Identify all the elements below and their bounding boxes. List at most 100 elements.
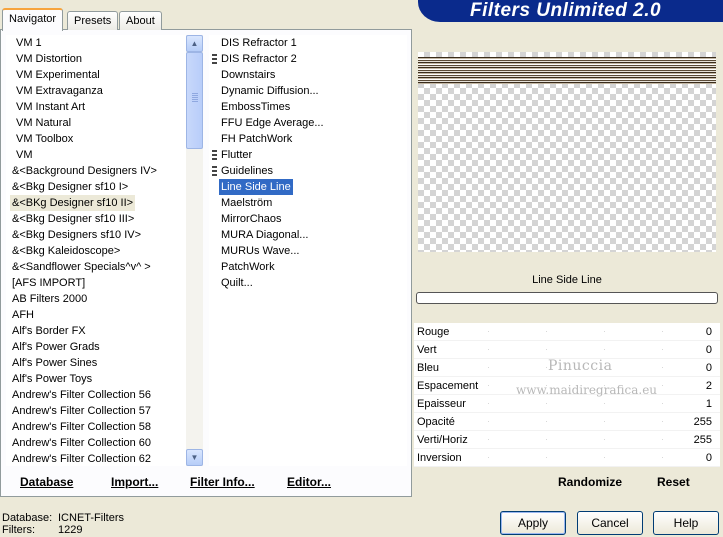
filter-item[interactable]: FFU Edge Average...	[219, 115, 326, 131]
category-item[interactable]: &<Bkg Designers sf10 IV>	[10, 227, 143, 243]
param-row[interactable]: Inversion 0	[414, 449, 720, 467]
category-item[interactable]: VM Toolbox	[14, 131, 75, 147]
filter-info-button[interactable]: Filter Info...	[190, 475, 255, 489]
category-item[interactable]: &<Bkg Designer sf10 I>	[10, 179, 130, 195]
scroll-up-icon[interactable]: ▲	[186, 35, 203, 52]
category-item[interactable]: [AFS IMPORT]	[10, 275, 87, 291]
filter-item[interactable]: Quilt...	[219, 275, 255, 291]
scroll-down-icon[interactable]: ▼	[186, 449, 203, 466]
category-item[interactable]: VM	[14, 147, 35, 163]
filter-item[interactable]: MirrorChaos	[219, 211, 284, 227]
param-label: Vert	[417, 344, 437, 356]
status-filters: Filters: 1229	[2, 524, 82, 536]
status-database: Database: ICNET-Filters	[2, 512, 124, 524]
editor-button[interactable]: Editor...	[287, 475, 331, 489]
category-item[interactable]: VM Distortion	[14, 51, 84, 67]
param-slider[interactable]	[488, 349, 708, 350]
category-item[interactable]: Andrew's Filter Collection 58	[10, 419, 153, 435]
category-item[interactable]: Alf's Power Sines	[10, 355, 99, 371]
category-item[interactable]: VM Natural	[14, 115, 73, 131]
title-banner: Filters Unlimited 2.0	[418, 0, 723, 22]
filter-item[interactable]: MURA Diagonal...	[219, 227, 310, 243]
category-item[interactable]: &<Background Designers IV>	[10, 163, 159, 179]
filter-item[interactable]: Dynamic Diffusion...	[219, 83, 321, 99]
reset-button[interactable]: Reset	[657, 475, 690, 489]
param-value: 0	[705, 452, 712, 464]
param-row[interactable]: Opacité 255	[414, 413, 720, 431]
param-row[interactable]: Verti/Horiz 255	[414, 431, 720, 449]
category-item[interactable]: VM Instant Art	[14, 99, 87, 115]
status-database-label: Database:	[2, 512, 53, 524]
import-button[interactable]: Import...	[111, 475, 158, 489]
import-label: Import...	[111, 475, 159, 489]
category-item[interactable]: AB Filters 2000	[10, 291, 89, 307]
cancel-button[interactable]: Cancel	[577, 511, 643, 535]
banner-title: Filters Unlimited 2.0	[470, 0, 662, 21]
category-item[interactable]: Andrew's Filter Collection 62	[10, 451, 153, 466]
category-item[interactable]: &<Sandflower Specials^v^ >	[10, 259, 153, 275]
param-value: 255	[693, 416, 712, 428]
category-item[interactable]: &<BKg Designer sf10 II>	[10, 195, 136, 211]
tab-about[interactable]: About	[119, 11, 162, 30]
filter-item[interactable]: DIS Refractor 2	[219, 51, 299, 67]
param-slider[interactable]	[488, 421, 708, 422]
param-label: Inversion	[417, 452, 462, 464]
scroll-thumb[interactable]	[186, 52, 203, 149]
status-filters-value: 1229	[58, 524, 83, 536]
apply-button[interactable]: Apply	[500, 511, 566, 535]
category-scrollbar[interactable]: ▲ ▼	[186, 35, 203, 466]
category-item[interactable]: &<Bkg Kaleidoscope>	[10, 243, 122, 259]
param-label: Rouge	[417, 326, 450, 338]
param-value: 2	[705, 380, 712, 392]
filter-item[interactable]: FH PatchWork	[219, 131, 294, 147]
status-database-value: ICNET-Filters	[58, 512, 124, 524]
category-item[interactable]: VM Experimental	[14, 67, 102, 83]
filter-info-label: Filter Info...	[190, 475, 255, 489]
filter-item[interactable]: Line Side Line	[219, 179, 293, 195]
param-label: Espacement	[417, 380, 479, 392]
filter-item[interactable]: Flutter	[219, 147, 254, 163]
watermark-name: Pinuccia	[548, 358, 613, 374]
filter-list[interactable]: DIS Refractor 1 DIS Refractor 2 Downstairs…	[209, 35, 407, 466]
category-item[interactable]: Alf's Border FX	[10, 323, 88, 339]
category-item[interactable]: VM Extravaganza	[14, 83, 105, 99]
category-item[interactable]: &<Bkg Designer sf10 III>	[10, 211, 136, 227]
category-item[interactable]: Alf's Power Grads	[10, 339, 102, 355]
param-row[interactable]: Rouge 0	[414, 323, 720, 341]
param-slider[interactable]	[488, 331, 708, 332]
param-value: 1	[705, 398, 712, 410]
randomize-button[interactable]: Randomize	[558, 475, 622, 489]
param-label: Bleu	[417, 362, 440, 374]
tab-navigator[interactable]: Navigator	[2, 8, 64, 31]
param-value: 255	[693, 434, 712, 446]
param-value: 0	[705, 344, 712, 356]
filter-item[interactable]: EmbossTimes	[219, 99, 292, 115]
param-slider[interactable]	[488, 439, 708, 440]
category-item[interactable]: Andrew's Filter Collection 60	[10, 435, 153, 451]
param-slider[interactable]	[488, 457, 708, 458]
category-item[interactable]: Andrew's Filter Collection 57	[10, 403, 153, 419]
grip-icon	[212, 166, 217, 177]
filter-item[interactable]: Downstairs	[219, 67, 277, 83]
param-value: 0	[705, 326, 712, 338]
param-row[interactable]: Epaisseur 1	[414, 395, 720, 413]
tab-presets[interactable]: Presets	[67, 11, 119, 30]
grip-icon	[212, 150, 217, 161]
progress-bar	[416, 292, 718, 304]
status-filters-label: Filters:	[2, 524, 35, 536]
database-button[interactable]: Database	[20, 475, 73, 489]
category-item[interactable]: AFH	[10, 307, 36, 323]
category-item[interactable]: Alf's Power Toys	[10, 371, 94, 387]
filter-item[interactable]: Guidelines	[219, 163, 275, 179]
category-item[interactable]: Andrew's Filter Collection 56	[10, 387, 153, 403]
param-slider[interactable]	[488, 403, 708, 404]
filter-item[interactable]: MURUs Wave...	[219, 243, 301, 259]
param-row[interactable]: Vert 0	[414, 341, 720, 359]
param-label: Opacité	[417, 416, 455, 428]
help-button[interactable]: Help	[653, 511, 719, 535]
filter-item[interactable]: DIS Refractor 1	[219, 35, 299, 51]
category-item[interactable]: VM 1	[14, 35, 44, 51]
filter-item[interactable]: Maelström	[219, 195, 274, 211]
category-list[interactable]: VM 1 VM Distortion VM Experimental VM Extra…	[6, 35, 186, 466]
filter-item[interactable]: PatchWork	[219, 259, 277, 275]
